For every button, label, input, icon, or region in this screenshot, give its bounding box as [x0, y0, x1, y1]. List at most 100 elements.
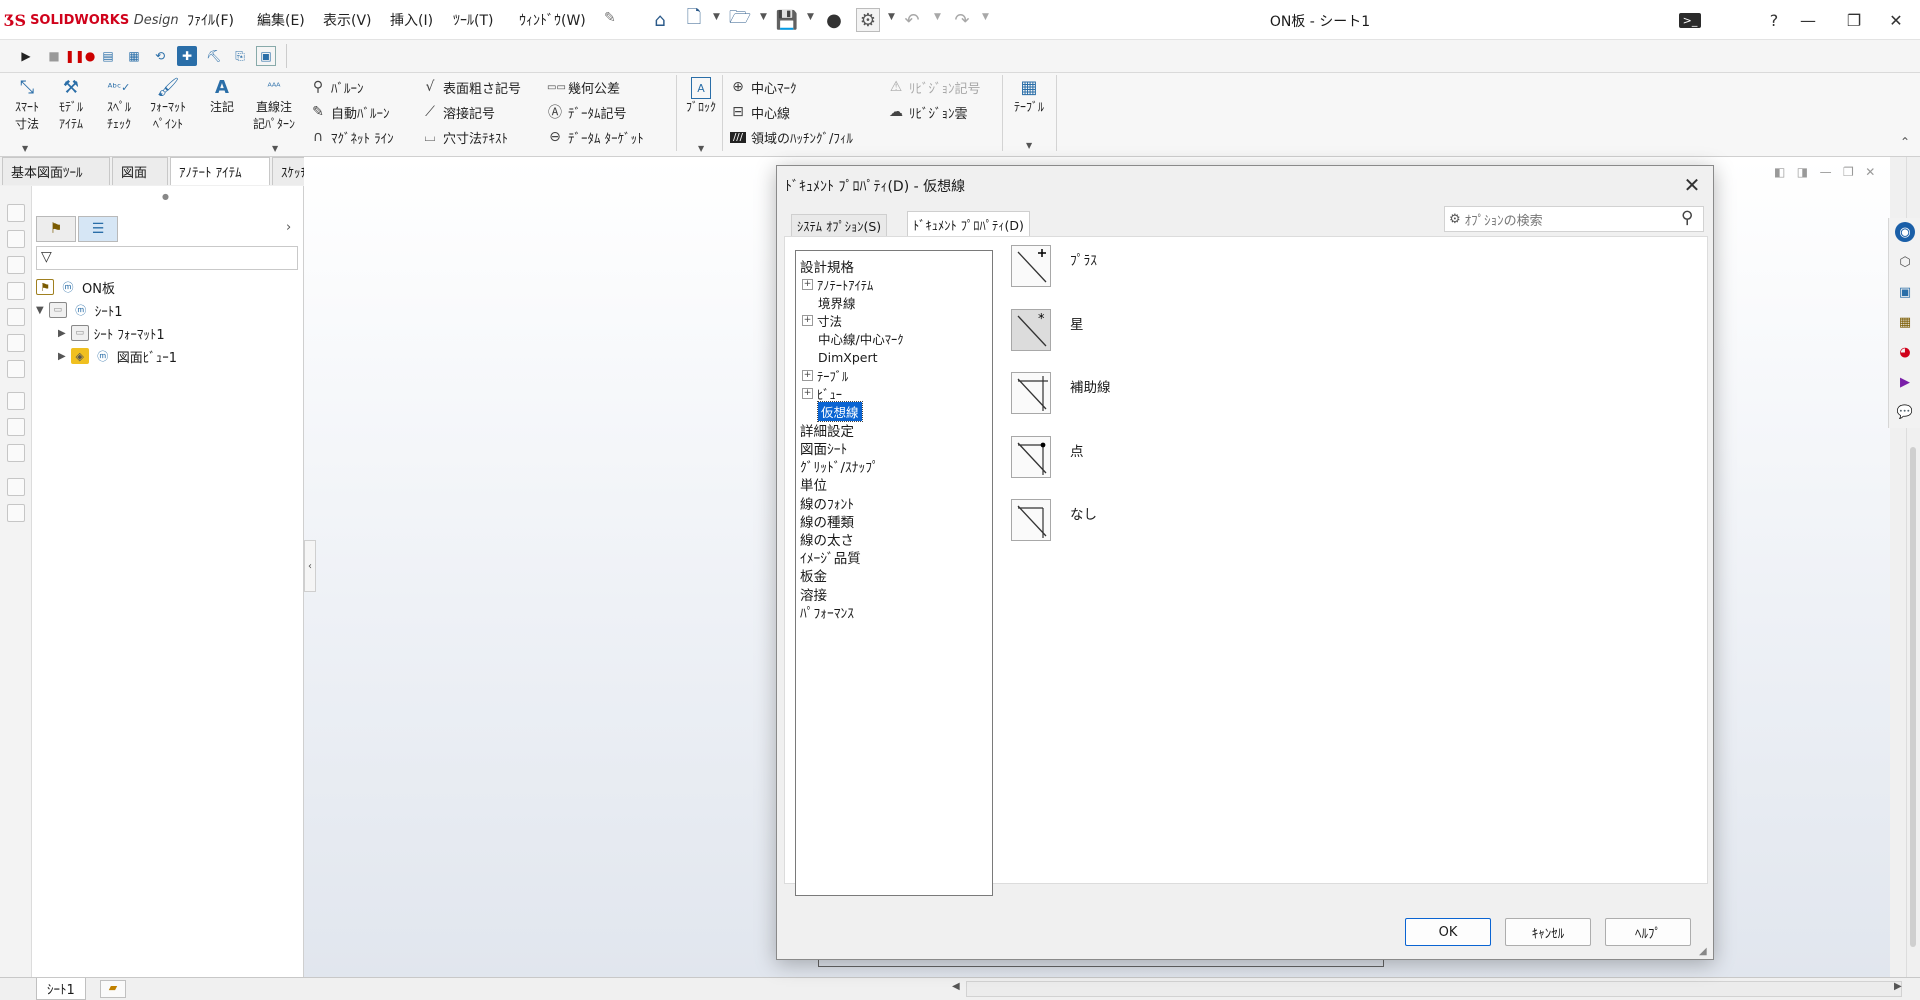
view-tool-icon[interactable] [7, 308, 25, 326]
panel-splitter[interactable]: ‹ [304, 540, 316, 592]
chevron-right-icon[interactable]: ▶ [58, 328, 66, 339]
chevron-down-icon[interactable]: ▼ [713, 12, 720, 22]
search-icon[interactable]: ⚲ [1681, 208, 1693, 228]
options-gear-icon[interactable]: ⚙ [856, 8, 880, 32]
tree-filter-field[interactable]: ▽ [36, 246, 298, 270]
file-explorer-icon[interactable]: ▣ [1895, 282, 1915, 302]
menu-edit[interactable]: 編集(E) [257, 10, 305, 30]
layer-tool-icon[interactable] [7, 478, 25, 496]
menu-insert[interactable]: 挿入(I) [390, 10, 433, 30]
terminal-icon[interactable]: >_ [1670, 6, 1710, 34]
macro-table-icon[interactable]: ▣ [256, 46, 276, 66]
chevron-right-icon[interactable]: › [286, 220, 291, 235]
weld-symbol-button[interactable]: ⟋ 溶接記号 [422, 101, 495, 123]
options-tree-item[interactable]: ﾊﾟﾌｫｰﾏﾝｽ [800, 603, 854, 622]
tab-annotation[interactable]: ｱﾉﾃｰﾄ ｱｲﾃﾑ [170, 157, 270, 185]
tab-system-options[interactable]: ｼｽﾃﾑ ｵﾌﾟｼｮﾝ(S) [791, 214, 888, 236]
options-tree-item[interactable]: 図面ｼｰﾄ [800, 439, 847, 458]
design-library-icon[interactable]: ⬡ [1895, 252, 1915, 272]
balloon-button[interactable]: ⚲ ﾊﾞﾙｰﾝ [310, 76, 364, 98]
view-palette-icon[interactable]: ▦ [1895, 312, 1915, 332]
options-tree-item[interactable]: + ﾋﾞｭｰ [802, 384, 842, 402]
menu-window[interactable]: ｳｨﾝﾄﾞｳ(W) [519, 10, 586, 30]
revision-cloud-button[interactable]: ☁ ﾘﾋﾞｼﾞｮﾝ雲 [888, 101, 968, 123]
options-tree-item[interactable]: 溶接 [800, 585, 827, 604]
close-icon[interactable]: ✕ [1876, 6, 1916, 34]
marker-option-extension-line[interactable] [1011, 372, 1051, 414]
menu-file[interactable]: ﾌｧｲﾙ(F) [187, 10, 234, 30]
table-button[interactable]: ▦ ﾃｰﾌﾞﾙ [1006, 77, 1052, 116]
tree-drawing-view[interactable]: ▶ ◈ ⓜ 図面ﾋﾞｭｰ1 [58, 345, 177, 367]
macro-custom-icon[interactable]: ⟲ [150, 46, 170, 66]
close-icon[interactable]: ✕ [1865, 165, 1875, 179]
chevron-down-icon[interactable]: ▼ [22, 144, 28, 153]
macro-batch-icon[interactable]: ⎘ [230, 46, 250, 66]
annotation-tool-icon[interactable] [7, 444, 25, 462]
dialog-close-button[interactable]: ✕ [1677, 170, 1707, 200]
chevron-right-icon[interactable]: ▶ [58, 351, 66, 362]
expand-icon[interactable]: + [802, 387, 813, 399]
hole-callout-button[interactable]: ⌴ 穴寸法ﾃｷｽﾄ [422, 126, 508, 148]
datum-target-button[interactable]: ⊖ ﾃﾞｰﾀﾑ ﾀｰｹﾞｯﾄ [547, 126, 644, 148]
traffic-light-icon[interactable]: ● [822, 8, 846, 32]
block-button[interactable]: A ﾌﾞﾛｯｸ [679, 77, 723, 116]
split-view-icon[interactable]: ◨ [1797, 165, 1808, 179]
macro-tool-icon[interactable]: ⛏ [204, 46, 224, 66]
resize-grip[interactable]: ◢ [1699, 946, 1707, 957]
pin-icon[interactable]: ✎ [604, 10, 616, 26]
geometric-tolerance-button[interactable]: ▭▭ 幾何公差 [547, 76, 620, 98]
sheet-tab[interactable]: ｼｰﾄ1 [36, 978, 86, 1000]
expand-icon[interactable]: + [802, 369, 813, 381]
tab-drawing-basic[interactable]: 基本図面ﾂｰﾙ [2, 157, 110, 185]
restore-icon[interactable]: ❐ [1843, 165, 1854, 179]
options-tree-item[interactable]: + 寸法 [802, 312, 842, 330]
macro-button-icon[interactable]: ✚ [177, 46, 197, 66]
options-tree-item[interactable]: 仮想線 [817, 401, 863, 423]
spell-check-button[interactable]: ᴬᵇᶜ✓ ｽﾍﾟﾙ ﾁｪｯｸ [96, 77, 142, 133]
marker-option-none[interactable] [1011, 499, 1051, 541]
marker-option-star[interactable]: * [1011, 308, 1051, 351]
ok-button[interactable]: OK [1405, 918, 1491, 946]
layer-tool-icon[interactable] [7, 504, 25, 522]
chevron-down-icon[interactable]: ▼ [934, 12, 941, 22]
appearances-icon[interactable]: ◕ [1895, 342, 1915, 362]
options-tree-item[interactable]: 境界線 [818, 293, 856, 311]
options-tree-item[interactable]: 板金 [800, 566, 827, 585]
edit-macro-icon[interactable]: ▦ [124, 46, 144, 66]
surface-finish-button[interactable]: √ 表面粗さ記号 [422, 76, 521, 98]
options-tree-item[interactable]: + ﾃｰﾌﾞﾙ [802, 366, 848, 384]
datum-feature-button[interactable]: Ⓐ ﾃﾞｰﾀﾑ記号 [547, 101, 627, 123]
marker-option-plus[interactable] [1011, 245, 1051, 287]
tree-root[interactable]: ⚑ ⓜ ON板 [36, 276, 115, 298]
expand-icon[interactable]: + [802, 278, 813, 290]
view-tool-icon[interactable] [7, 282, 25, 300]
options-tree-item[interactable]: 設計規格 [800, 257, 854, 276]
scroll-right-icon[interactable]: ▶ [1894, 981, 1902, 992]
minimize-icon[interactable]: — [1820, 165, 1832, 179]
split-view-icon[interactable]: ◧ [1774, 165, 1785, 179]
restore-icon[interactable]: ❐ [1834, 6, 1874, 34]
view-tool-icon[interactable] [7, 334, 25, 352]
options-tree-item[interactable]: 線の種類 [800, 512, 854, 531]
magnetic-line-button[interactable]: ∩ ﾏｸﾞﾈｯﾄ ﾗｲﾝ [310, 126, 394, 148]
smart-dimension-button[interactable]: ⤡ ｽﾏｰﾄ 寸法 [4, 77, 50, 133]
scroll-thumb[interactable] [1910, 447, 1916, 947]
options-tree-item[interactable]: 中心線/中心ﾏｰｸ [818, 330, 903, 348]
chevron-down-icon[interactable]: ▼ [760, 12, 767, 22]
options-tree-item[interactable]: + ｱﾉﾃｰﾄｱｲﾃﾑ [802, 275, 873, 293]
menu-view[interactable]: 表示(V) [323, 10, 372, 30]
options-search-field[interactable]: ⚙ ｵﾌﾟｼｮﾝの検索 ⚲ [1444, 206, 1704, 232]
format-painter-button[interactable]: 🖌 ﾌｫｰﾏｯﾄ ﾍﾟｲﾝﾄ [142, 77, 194, 133]
record-pause-icon[interactable]: ❚❚● [65, 46, 96, 66]
tree-sheet-format[interactable]: ▶ ▭ ｼｰﾄ ﾌｫｰﾏｯﾄ1 [58, 322, 165, 344]
tab-property-manager[interactable]: ☰ [78, 216, 118, 242]
annotation-tool-icon[interactable] [7, 418, 25, 436]
tab-drawing[interactable]: 図面 [112, 157, 168, 185]
save-icon[interactable]: 💾 [775, 8, 799, 32]
scroll-left-icon[interactable]: ◀ [952, 981, 960, 992]
home-icon[interactable]: ⌂ [648, 8, 672, 32]
chevron-down-icon[interactable]: ▼ [982, 12, 989, 22]
linear-note-pattern-button[interactable]: ᴬᴬᴬ 直線注 記ﾊﾟﾀｰﾝ [248, 77, 300, 133]
options-tree-item[interactable]: 線のﾌｫﾝﾄ [800, 494, 854, 513]
undo-icon[interactable]: ↶ [900, 8, 924, 32]
